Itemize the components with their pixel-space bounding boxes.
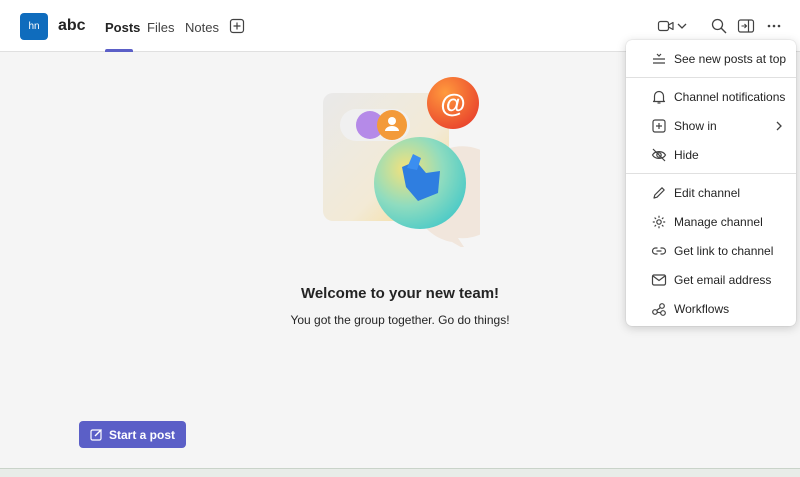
menu-item-edit-channel[interactable]: Edit channel: [626, 179, 796, 207]
add-square-icon: [651, 118, 667, 134]
sort-icon: [651, 51, 667, 67]
menu-item-label: Hide: [674, 148, 699, 162]
menu-item-label: Get email address: [674, 273, 772, 287]
chevron-right-icon: [774, 120, 784, 132]
menu-item-channel-notifications[interactable]: Channel notifications: [626, 83, 796, 111]
side-panel-icon[interactable]: [737, 17, 755, 35]
menu-divider: [626, 77, 796, 78]
team-avatar-initials: hn: [28, 21, 40, 32]
eye-off-icon: [651, 147, 667, 163]
link-icon: [651, 243, 667, 259]
bell-icon: [651, 89, 667, 105]
team-name[interactable]: abc: [58, 17, 86, 35]
menu-item-label: Channel notifications: [674, 90, 786, 104]
menu-item-label: Workflows: [674, 302, 730, 316]
gear-icon: [651, 214, 667, 230]
welcome-illustration: @: [322, 75, 480, 247]
channel-options-menu: See new posts at top Channel notificatio…: [626, 40, 796, 326]
workflows-icon: [651, 301, 667, 317]
compose-icon: [90, 428, 103, 441]
tab-notes[interactable]: Notes: [185, 20, 219, 35]
menu-item-label: Get link to channel: [674, 244, 774, 258]
svg-text:@: @: [440, 88, 465, 118]
start-post-label: Start a post: [108, 427, 175, 442]
menu-item-label: Manage channel: [674, 215, 763, 229]
menu-item-hide[interactable]: Hide: [626, 141, 796, 169]
menu-item-manage-channel[interactable]: Manage channel: [626, 208, 796, 236]
mail-icon: [651, 272, 667, 288]
pencil-icon: [651, 185, 667, 201]
tab-files[interactable]: Files: [147, 20, 174, 35]
menu-item-label: See new posts at top: [674, 52, 787, 66]
start-post-button[interactable]: Start a post: [79, 421, 186, 448]
menu-item-label: Edit channel: [674, 186, 741, 200]
bottom-edge-bar: [0, 468, 800, 477]
menu-divider: [626, 173, 796, 174]
chevron-down-icon[interactable]: [676, 17, 688, 35]
menu-item-show-in[interactable]: Show in: [626, 112, 796, 140]
menu-item-see-new-posts-at-top[interactable]: See new posts at top: [626, 45, 796, 73]
add-tab-icon[interactable]: [229, 18, 245, 34]
team-avatar[interactable]: hn: [20, 13, 48, 40]
menu-item-label: Show in: [674, 119, 717, 133]
more-options-icon[interactable]: [765, 17, 783, 35]
search-icon[interactable]: [710, 17, 728, 35]
tab-posts[interactable]: Posts: [105, 20, 140, 35]
menu-item-get-email-address[interactable]: Get email address: [626, 266, 796, 294]
menu-item-get-link-to-channel[interactable]: Get link to channel: [626, 237, 796, 265]
video-camera-icon[interactable]: [657, 17, 675, 35]
menu-item-workflows[interactable]: Workflows: [626, 295, 796, 323]
